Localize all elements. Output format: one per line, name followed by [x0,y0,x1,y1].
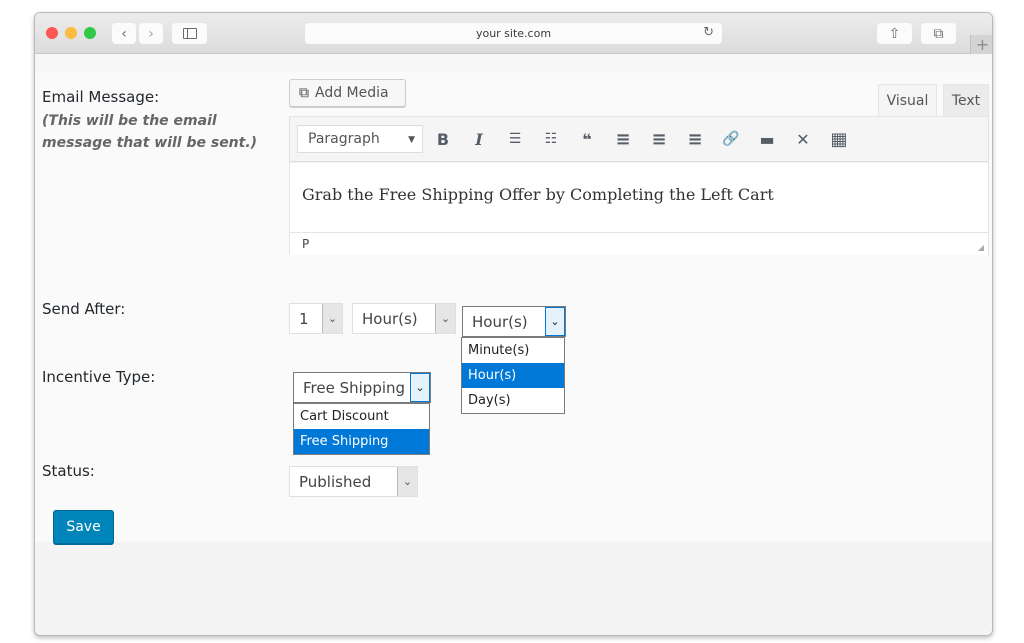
minimize-window-button[interactable] [65,27,77,39]
chevron-down-icon: ⌄ [397,467,417,496]
send-after-amount-select[interactable]: 1 ⌄ [289,303,343,334]
element-path[interactable]: P [302,237,309,251]
chevron-down-icon: ⌄ [322,304,342,333]
incentive-type-value: Free Shipping [303,378,406,397]
blockquote-icon[interactable]: ❝ [576,128,598,150]
tabs-icon: ⧉ [933,25,944,42]
status-label: Status: [42,462,95,480]
status-select[interactable]: Published ⌄ [289,466,418,497]
add-media-button[interactable]: ⧉ Add Media [289,79,406,107]
save-button[interactable]: Save [53,510,114,544]
send-after-unit-select[interactable]: Hour(s) ⌄ [352,303,456,334]
share-button[interactable]: ⇧ [877,23,912,44]
incentive-type-dropdown: Cart Discount Free Shipping [293,403,430,455]
align-center-icon[interactable]: ≡ [648,128,670,150]
send-after-open-value: Hour(s) [472,312,528,331]
bold-icon[interactable]: B [432,128,454,150]
dropdown-option-cart-discount[interactable]: Cart Discount [294,404,429,429]
back-button[interactable]: ‹ [112,23,136,44]
send-after-unit-dropdown: Minute(s) Hour(s) Day(s) [461,337,565,414]
reload-icon[interactable]: ↻ [703,25,714,40]
format-select-value: Paragraph [308,131,380,147]
sidebar-icon [182,28,197,39]
incentive-type-label: Incentive Type: [42,368,156,386]
address-bar[interactable]: your site.com ↻ [305,23,722,44]
chevron-left-icon: ‹ [121,25,127,42]
numbered-list-icon[interactable]: ☷ [540,128,562,150]
tab-visual[interactable]: Visual [878,84,937,116]
read-more-icon[interactable]: ▬ [756,128,778,150]
browser-window: ‹ › your site.com ↻ ⇧ ⧉ + Email Message:… [34,12,993,636]
tab-text[interactable]: Text [943,84,989,116]
dropdown-option-hours[interactable]: Hour(s) [462,363,564,388]
toolbar-toggle-icon[interactable]: ▦ [828,128,850,150]
incentive-type-select[interactable]: Free Shipping ⌄ [293,372,431,403]
email-message-hint: (This will be the email message that wil… [42,113,258,151]
italic-icon[interactable]: I [468,128,490,150]
caret-down-icon: ▼ [408,135,415,145]
send-after-unit-select-open[interactable]: Hour(s) ⌄ [462,306,566,337]
bullet-list-icon[interactable]: ☰ [504,128,526,150]
chevron-down-icon: ⌄ [435,304,455,333]
email-settings-form: Email Message: (This will be the email m… [35,72,992,544]
dropdown-option-minutes[interactable]: Minute(s) [462,338,564,363]
align-left-icon[interactable]: ≡ [612,128,634,150]
page-top-strip [35,54,992,72]
close-window-button[interactable] [46,27,58,39]
dropdown-option-days[interactable]: Day(s) [462,388,564,413]
editor-content[interactable]: Grab the Free Shipping Offer by Completi… [290,163,988,232]
send-after-unit-value: Hour(s) [362,309,418,328]
status-value: Published [299,472,372,491]
link-icon[interactable]: 🔗 [720,128,742,150]
show-tabs-button[interactable]: ⧉ [921,23,956,44]
fullscreen-icon[interactable]: ✕ [792,128,814,150]
send-after-amount-value: 1 [299,309,309,328]
forward-button[interactable]: › [139,23,163,44]
new-tab-button[interactable]: + [970,35,992,54]
dropdown-option-free-shipping[interactable]: Free Shipping [294,429,429,454]
sidebar-toggle-button[interactable] [172,23,207,44]
chevron-right-icon: › [148,25,154,42]
media-icon: ⧉ [299,85,309,101]
browser-titlebar: ‹ › your site.com ↻ ⇧ ⧉ + [35,13,992,54]
rich-text-editor: Paragraph ▼ B I ☰ ☷ ❝ ≡ ≡ ≡ 🔗 ▬ ✕ ▦ Grab… [289,116,989,255]
editor-statusbar: P ◢ [290,232,988,255]
align-right-icon[interactable]: ≡ [684,128,706,150]
url-text: your site.com [475,27,552,40]
plus-icon: + [975,35,990,54]
add-media-label: Add Media [315,85,389,101]
resize-handle-icon[interactable]: ◢ [978,243,984,252]
send-after-label: Send After: [42,300,126,318]
email-message-label: Email Message: [42,88,160,106]
format-select[interactable]: Paragraph ▼ [297,125,423,153]
chevron-down-icon: ⌄ [545,307,565,336]
share-icon: ⇧ [888,25,901,42]
chevron-down-icon: ⌄ [410,373,430,402]
editor-toolbar: Paragraph ▼ B I ☰ ☷ ❝ ≡ ≡ ≡ 🔗 ▬ ✕ ▦ [290,117,988,162]
zoom-window-button[interactable] [84,27,96,39]
